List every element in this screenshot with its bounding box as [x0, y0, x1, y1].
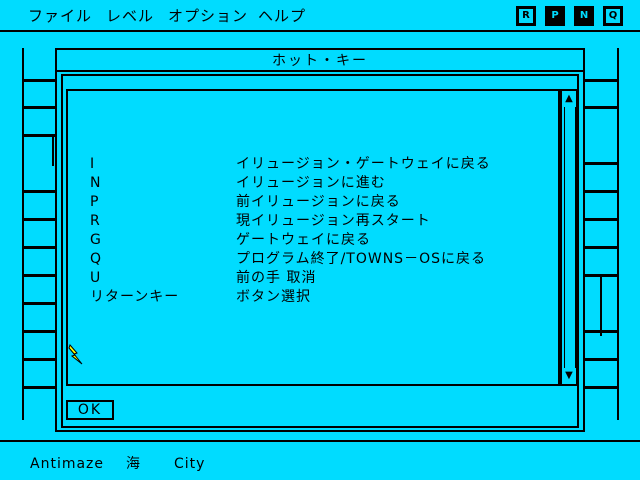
dialog-title: ホット・キー: [272, 53, 368, 69]
restart-icon: R: [519, 9, 533, 23]
menu-options[interactable]: オプション: [168, 7, 248, 25]
quit-button[interactable]: Q: [603, 6, 623, 26]
hotkey-key: N: [90, 175, 102, 191]
maze-wall: [22, 218, 56, 221]
menu-help[interactable]: ヘルプ: [258, 7, 306, 25]
previous-button[interactable]: P: [545, 6, 565, 26]
status-level: City: [174, 456, 206, 472]
maze-wall: [585, 79, 619, 82]
previous-icon: P: [548, 9, 562, 23]
hotkey-key: リターンキー: [90, 289, 180, 305]
maze-wall: [22, 358, 56, 361]
hotkey-key: R: [90, 213, 101, 229]
hotkey-key: G: [90, 232, 102, 248]
hotkey-key: I: [90, 156, 96, 172]
hotkey-description: ゲートウェイに戻る: [236, 232, 371, 248]
status-scene: 海: [126, 456, 141, 472]
hotkey-list: I イリュージョン・ゲートウェイに戻る N イリュージョンに進む P 前イリュー…: [66, 89, 560, 386]
dialog-titlebar[interactable]: ホット・キー: [57, 50, 583, 72]
maze-wall: [22, 79, 56, 82]
maze-wall: [617, 48, 619, 420]
maze-wall: [22, 48, 24, 420]
hotkey-key: P: [90, 194, 100, 210]
scroll-track[interactable]: [564, 107, 576, 368]
quit-icon: Q: [606, 9, 620, 23]
hotkey-key: Q: [90, 251, 103, 267]
status-game: Antimaze: [30, 456, 105, 472]
hotkey-key: U: [90, 270, 102, 286]
maze-wall: [52, 136, 54, 166]
scroll-up-icon[interactable]: ▲: [563, 93, 575, 105]
hotkey-description: 前イリュージョンに戻る: [236, 194, 401, 210]
maze-wall: [22, 106, 56, 109]
maze-wall: [585, 106, 619, 109]
menu-file[interactable]: ファイル: [28, 7, 92, 25]
maze-wall: [600, 276, 602, 336]
hotkey-dialog: ホット・キー I イリュージョン・ゲートウェイに戻る N イリュージョンに進む …: [55, 48, 585, 432]
hotkey-description: イリュージョンに進む: [236, 175, 386, 191]
hotkey-description: 前の手 取消: [236, 270, 317, 286]
maze-wall: [585, 358, 619, 361]
hotkey-description: プログラム終了/TOWNS－OSに戻る: [236, 251, 486, 267]
maze-wall: [22, 134, 56, 137]
next-icon: N: [577, 9, 591, 23]
hotkey-description: ボタン選択: [236, 289, 311, 305]
status-bar: Antimaze 海 City: [0, 440, 640, 480]
maze-wall: [585, 190, 619, 193]
menu-bar: ファイル レベル オプション ヘルプ R P N Q: [0, 0, 640, 32]
ok-button[interactable]: OK: [66, 400, 114, 420]
hotkey-description: イリュージョン・ゲートウェイに戻る: [236, 156, 491, 172]
menu-level[interactable]: レベル: [106, 7, 154, 25]
maze-wall: [585, 162, 619, 165]
maze-wall: [22, 274, 56, 277]
maze-wall: [22, 190, 56, 193]
maze-wall: [585, 330, 619, 333]
maze-wall: [22, 246, 56, 249]
vertical-scrollbar[interactable]: ▲ ▼: [560, 89, 578, 386]
maze-wall: [585, 386, 619, 389]
maze-wall: [585, 274, 619, 277]
hotkey-description: 現イリュージョン再スタート: [236, 213, 431, 229]
maze-wall: [585, 218, 619, 221]
maze-wall: [22, 386, 56, 389]
restart-button[interactable]: R: [516, 6, 536, 26]
next-button[interactable]: N: [574, 6, 594, 26]
maze-wall: [585, 246, 619, 249]
scroll-down-icon[interactable]: ▼: [563, 370, 575, 382]
lightning-cursor-icon: [68, 344, 83, 365]
maze-wall: [22, 302, 56, 305]
maze-wall: [22, 330, 56, 333]
